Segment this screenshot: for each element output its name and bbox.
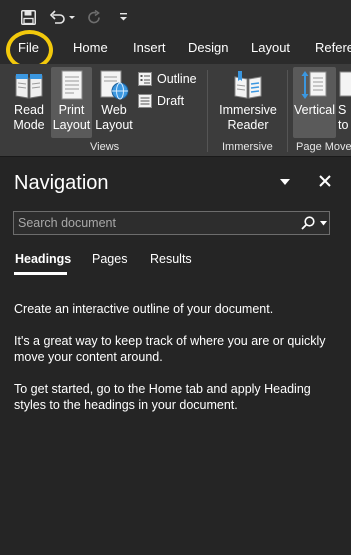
page-movement-group-label: Page Move [296,141,351,153]
search-box [13,211,330,235]
web-layout-button[interactable]: Web Layout [94,67,134,138]
outline-icon [138,72,152,86]
read-mode-icon [15,74,43,99]
web-layout-icon [100,70,129,100]
read-mode-button[interactable]: Read Mode [8,67,50,138]
pane-options-dropdown-icon[interactable] [278,176,292,188]
search-input[interactable] [14,212,294,234]
outline-button[interactable]: Outline [138,69,197,89]
web-layout-label: Web Layout [95,103,133,132]
navigation-pane: Navigation Headings Pages Results Create… [0,158,351,555]
immersive-reader-button[interactable]: Immersive Reader [216,67,280,138]
side-to-side-button[interactable]: S to [338,67,351,138]
tab-pages[interactable]: Pages [92,252,127,266]
tab-insert[interactable]: Insert [133,40,166,55]
redo-button[interactable] [84,6,104,28]
headings-instructions-text: To get started, go to the Home tab and a… [14,382,311,412]
vertical-label: Vertical [294,103,335,117]
tab-layout[interactable]: Layout [251,40,290,55]
vertical-page-movement-button[interactable]: Vertical [293,67,336,138]
group-separator [287,70,288,152]
side-to-side-label: S to [338,103,349,132]
draft-button[interactable]: Draft [138,91,184,111]
customize-toolbar-button[interactable] [116,6,130,28]
search-options-chevron-down-icon[interactable] [320,221,327,226]
save-icon[interactable] [17,6,39,28]
read-mode-label: Read Mode [13,103,45,132]
immersive-reader-label: Immersive Reader [219,103,277,132]
close-icon[interactable] [318,174,332,188]
search-icon[interactable] [301,216,315,230]
undo-icon [49,10,75,24]
draft-icon [138,94,152,108]
views-group-label: Views [90,141,120,153]
ribbon-view: Read Mode Print Layout Web Layout Outlin… [0,64,351,157]
tab-headings[interactable]: Headings [15,252,71,266]
tab-results[interactable]: Results [150,252,192,266]
print-layout-icon [61,70,82,100]
headings-description-text: It's a great way to keep track of where … [14,334,326,364]
immersive-group-label: Immersive [222,141,273,153]
tab-references[interactable]: Referen [315,40,351,55]
group-separator [207,70,208,152]
redo-icon [87,9,100,23]
undo-button[interactable] [47,6,77,28]
outline-label: Outline [157,72,197,86]
immersive-reader-icon [234,71,262,99]
draft-label: Draft [157,94,185,108]
print-layout-button[interactable]: Print Layout [51,67,92,138]
tab-home[interactable]: Home [73,40,108,55]
navigation-title: Navigation [14,172,109,194]
tab-design[interactable]: Design [188,40,228,55]
print-layout-label: Print Layout [52,103,91,132]
headings-intro-text: Create an interactive outline of your do… [14,302,274,316]
active-tab-indicator [14,272,67,275]
vertical-icon [301,71,326,99]
quick-access-toolbar [0,0,351,34]
side-to-side-icon [339,71,351,97]
customize-toolbar-icon [119,13,127,21]
